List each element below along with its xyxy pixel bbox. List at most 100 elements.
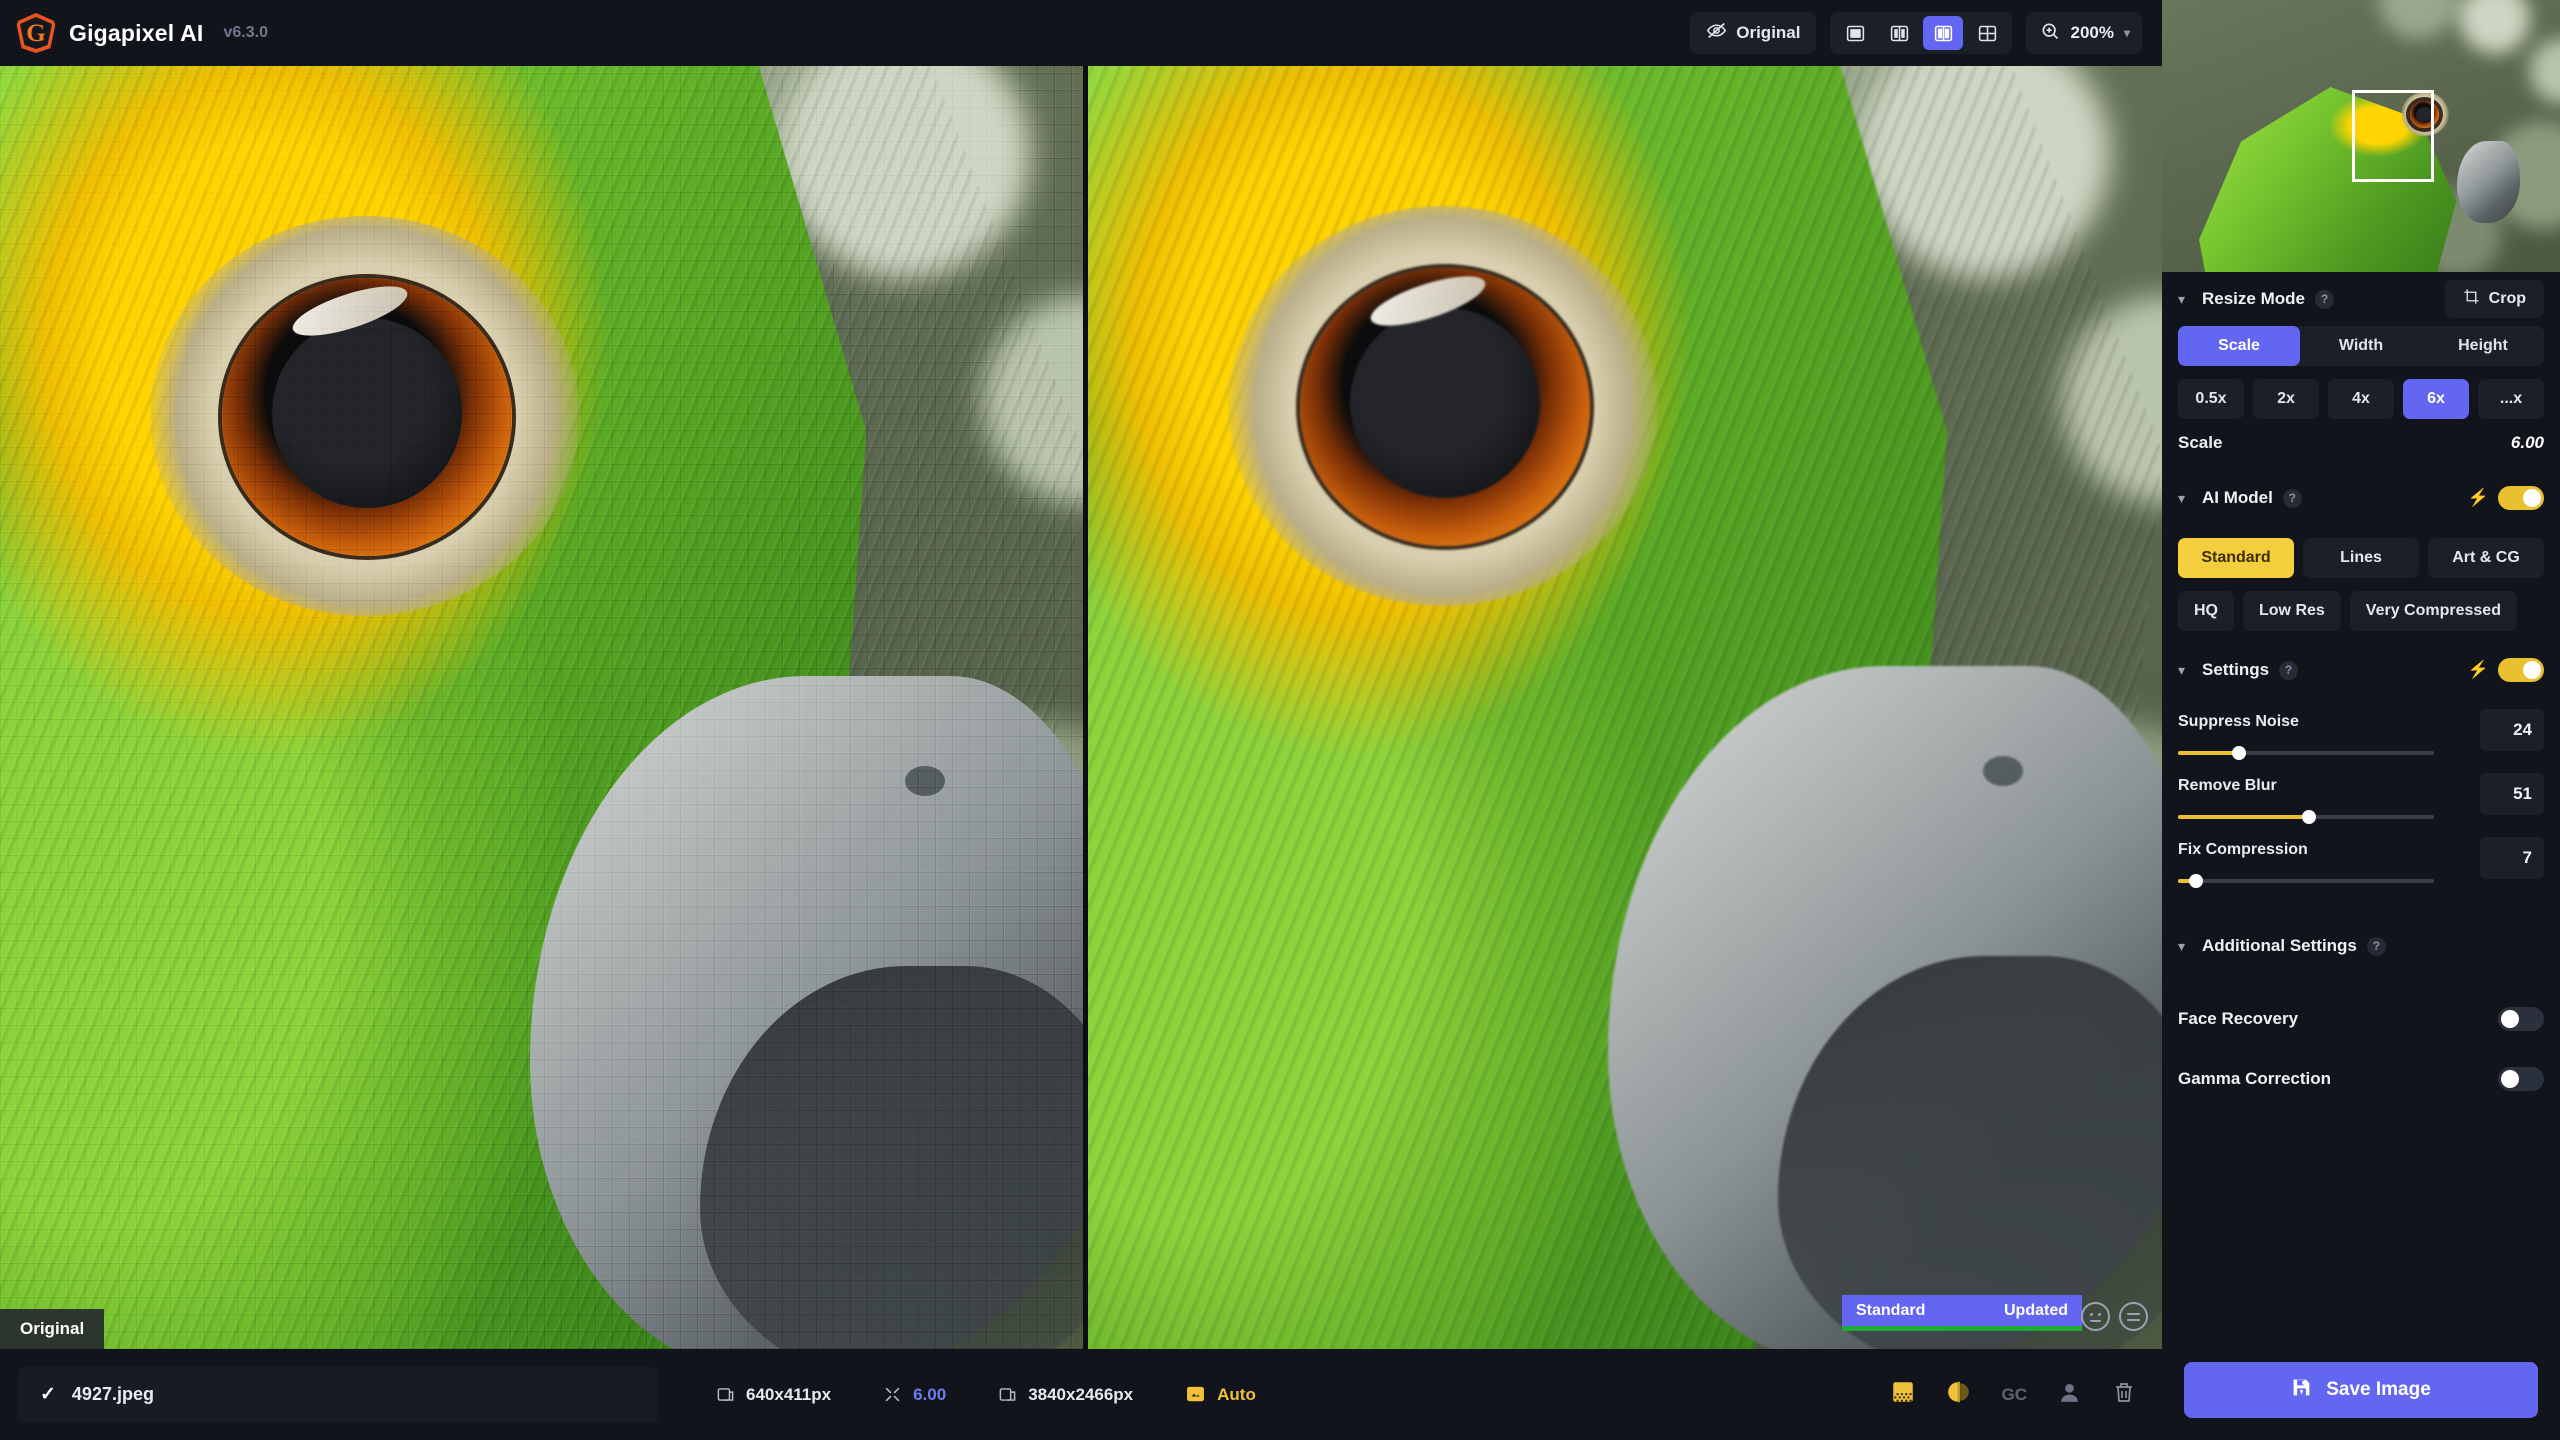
face-recovery-label: Face Recovery: [2178, 1009, 2299, 1028]
stat-input-size: 640x411px: [716, 1385, 831, 1405]
view-mode-group: [1830, 12, 2013, 54]
gamma-correction-label: Gamma Correction: [2178, 1069, 2332, 1088]
ai-model-row-2: HQ Low Res Very Compressed: [2178, 591, 2544, 631]
neutral-face-icon[interactable]: [2119, 1302, 2148, 1331]
status-tools: GC: [1890, 1379, 2163, 1410]
scale-preset-0-5x[interactable]: 0.5x: [2178, 379, 2244, 419]
chevron-down-icon[interactable]: ▾: [2178, 291, 2192, 308]
ai-model-row-1: Standard Lines Art & CG: [2178, 538, 2544, 578]
comparison-left-label: Standard: [1856, 1301, 1926, 1319]
face-recovery-toggle[interactable]: [2498, 1007, 2544, 1031]
gamma-correction-toggle[interactable]: [2498, 1067, 2544, 1091]
remove-blur-value[interactable]: 51: [2480, 773, 2544, 815]
ai-model-lines[interactable]: Lines: [2303, 538, 2419, 578]
scale-presets: 0.5x 2x 4x 6x ...x: [2178, 379, 2544, 419]
chevron-down-icon[interactable]: ▾: [2178, 938, 2192, 955]
crop-label: Crop: [2488, 290, 2526, 307]
fix-compression-slider[interactable]: [2178, 873, 2434, 889]
settings-toggle[interactable]: [2498, 658, 2544, 682]
settings-header[interactable]: ▾ Settings ? ⚡: [2178, 643, 2544, 697]
app-brand: G Gigapixel AI v6.3.0: [0, 13, 268, 53]
navigator-selection-rect[interactable]: [2352, 90, 2434, 182]
resize-mode-height[interactable]: Height: [2422, 326, 2544, 366]
comparison-right-label: Updated: [2004, 1301, 2068, 1319]
scale-label: Scale: [2178, 433, 2223, 452]
stat-auto-mode[interactable]: Auto: [1185, 1384, 1256, 1405]
grain-tool-icon[interactable]: [1890, 1379, 1916, 1410]
original-toggle-button[interactable]: Original: [1690, 12, 1817, 54]
crop-icon: [2463, 288, 2480, 310]
feedback-group: [2081, 1302, 2148, 1331]
enhanced-image-pane[interactable]: Standard Updated: [1088, 66, 2162, 1349]
stat-scale-factor: 6.00: [883, 1385, 946, 1405]
additional-settings-header[interactable]: ▾ Additional Settings ?: [2178, 919, 2544, 973]
ai-model-low-res[interactable]: Low Res: [2243, 591, 2341, 631]
view-mode-split[interactable]: [1879, 16, 1919, 50]
save-image-label: Save Image: [2326, 1379, 2431, 1400]
gc-label[interactable]: GC: [2002, 1385, 2028, 1405]
resize-mode-header[interactable]: ▾ Resize Mode ? Crop: [2178, 272, 2544, 326]
ai-model-art-cg[interactable]: Art & CG: [2428, 538, 2544, 578]
resize-mode-width[interactable]: Width: [2300, 326, 2422, 366]
chevron-down-icon[interactable]: ▾: [2178, 490, 2192, 507]
stat-output-size: 3840x2466px: [998, 1385, 1133, 1405]
ai-model-help-icon[interactable]: ?: [2282, 488, 2302, 508]
slider-suppress-noise: Suppress Noise 24: [2178, 709, 2544, 761]
crop-button[interactable]: Crop: [2444, 280, 2544, 318]
top-toolbar: G Gigapixel AI v6.3.0 Original 200% ▾: [0, 0, 2162, 66]
delete-icon[interactable]: [2112, 1380, 2136, 1409]
ai-model-standard[interactable]: Standard: [2178, 538, 2294, 578]
input-size-value: 640x411px: [746, 1384, 832, 1404]
contrast-tool-icon[interactable]: [1946, 1379, 1972, 1410]
check-icon: ✓: [40, 1384, 56, 1405]
suppress-noise-value[interactable]: 24: [2480, 709, 2544, 751]
auto-image-icon: [1185, 1384, 1206, 1405]
navigator-thumbnail[interactable]: [2162, 0, 2560, 272]
logo-letter: G: [26, 19, 46, 47]
ai-model-very-compressed[interactable]: Very Compressed: [2349, 591, 2517, 631]
scale-preset-6x[interactable]: 6x: [2403, 379, 2469, 419]
save-image-button[interactable]: Save Image: [2184, 1362, 2538, 1418]
status-bar: ✓ 4927.jpeg 640x411px 6.00 3840x2466px A…: [0, 1349, 2162, 1440]
ai-model-header[interactable]: ▾ AI Model ? ⚡: [2178, 471, 2544, 525]
scale-preset-4x[interactable]: 4x: [2328, 379, 2394, 419]
suppress-noise-slider[interactable]: [2178, 745, 2434, 761]
zoom-control[interactable]: 200% ▾: [2026, 12, 2142, 54]
additional-settings-title: Additional Settings: [2202, 936, 2357, 955]
output-image-icon: [998, 1385, 1017, 1404]
chevron-down-icon[interactable]: ▾: [2178, 662, 2192, 679]
view-mode-grid[interactable]: [1967, 16, 2007, 50]
ai-model-hq[interactable]: HQ: [2178, 591, 2234, 631]
enhanced-image: [1088, 66, 2162, 1349]
eye-off-icon: [1706, 20, 1727, 46]
original-image-pane[interactable]: Original: [0, 66, 1083, 1349]
scale-value[interactable]: 6.00: [2511, 433, 2544, 453]
save-area: Save Image: [2162, 1362, 2560, 1440]
scale-preset-custom[interactable]: ...x: [2478, 379, 2544, 419]
image-comparison-area: Original Standard Updated: [0, 66, 2162, 1349]
view-mode-side-by-side[interactable]: [1923, 16, 1964, 50]
scale-value-row: Scale 6.00: [2178, 419, 2544, 467]
additional-settings-help-icon[interactable]: ?: [2366, 936, 2386, 956]
auto-label: Auto: [1217, 1384, 1256, 1404]
scale-preset-2x[interactable]: 2x: [2253, 379, 2319, 419]
app-title: Gigapixel AI: [69, 19, 204, 46]
gigapixel-ai-window: G Gigapixel AI v6.3.0 Original 200% ▾ Or…: [0, 0, 2560, 1440]
zoom-in-icon: [2040, 21, 2060, 46]
app-version: v6.3.0: [223, 24, 268, 41]
resize-mode-scale[interactable]: Scale: [2178, 326, 2300, 366]
file-chip[interactable]: ✓ 4927.jpeg: [18, 1366, 658, 1423]
lightning-icon: ⚡: [2467, 660, 2489, 679]
remove-blur-slider[interactable]: [2178, 809, 2434, 825]
resize-arrows-icon: [883, 1385, 902, 1404]
resize-mode-help-icon[interactable]: ?: [2314, 289, 2334, 309]
fix-compression-value[interactable]: 7: [2480, 837, 2544, 879]
gigapixel-logo-icon: G: [16, 13, 56, 53]
scale-factor-value: 6.00: [913, 1384, 947, 1404]
original-badge: Original: [0, 1309, 105, 1349]
settings-help-icon[interactable]: ?: [2279, 660, 2299, 680]
face-recovery-icon[interactable]: [2057, 1380, 2082, 1410]
view-mode-single[interactable]: [1835, 16, 1875, 50]
happy-face-icon[interactable]: [2081, 1302, 2110, 1331]
ai-model-toggle[interactable]: [2498, 486, 2544, 510]
